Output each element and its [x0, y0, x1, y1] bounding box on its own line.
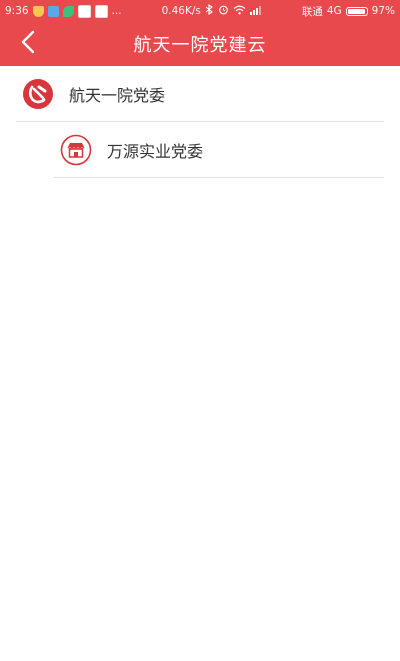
- divider: [54, 177, 384, 178]
- list-item[interactable]: 万源实业党委: [0, 122, 400, 178]
- carrier-name: 联通: [301, 5, 323, 18]
- app-notification-icon: [77, 4, 91, 18]
- wifi-icon: [233, 5, 246, 18]
- leaf-icon: [62, 5, 74, 17]
- network-type: 4G: [326, 5, 342, 17]
- app-notification-icon: [94, 4, 108, 18]
- app-header: 9:36 ... 0.46K/s 联通 4G 97% 航天一院党建云: [0, 0, 400, 66]
- status-bar-left: 9:36 ...: [5, 4, 122, 18]
- back-button[interactable]: [12, 28, 44, 60]
- shield-icon: [32, 5, 44, 17]
- status-time: 9:36: [5, 5, 29, 17]
- network-speed: 0.46K/s: [161, 5, 201, 17]
- storefront-icon: [60, 134, 92, 166]
- list-item-label: 万源实业党委: [107, 142, 204, 161]
- page-title: 航天一院党建云: [133, 35, 267, 56]
- status-bar-center: 0.46K/s: [161, 3, 262, 18]
- list-item-label: 航天一院党委: [69, 86, 166, 105]
- navigation-bar: 航天一院党建云: [0, 22, 400, 66]
- more-notifications: ...: [111, 5, 122, 17]
- status-bar-right: 联通 4G 97%: [302, 4, 395, 19]
- alarm-icon: [218, 4, 229, 18]
- list-item[interactable]: 航天一院党委: [0, 66, 400, 122]
- organization-list: 航天一院党委 万源实业党委: [0, 66, 400, 178]
- battery-icon: [345, 6, 368, 16]
- party-emblem-icon: [22, 78, 54, 110]
- chevron-left-icon: [21, 30, 35, 58]
- document-icon: [47, 5, 59, 17]
- status-bar: 9:36 ... 0.46K/s 联通 4G 97%: [0, 0, 400, 22]
- battery-level: 97%: [371, 5, 395, 17]
- signal-icon: [249, 5, 262, 18]
- bluetooth-icon: [205, 3, 214, 18]
